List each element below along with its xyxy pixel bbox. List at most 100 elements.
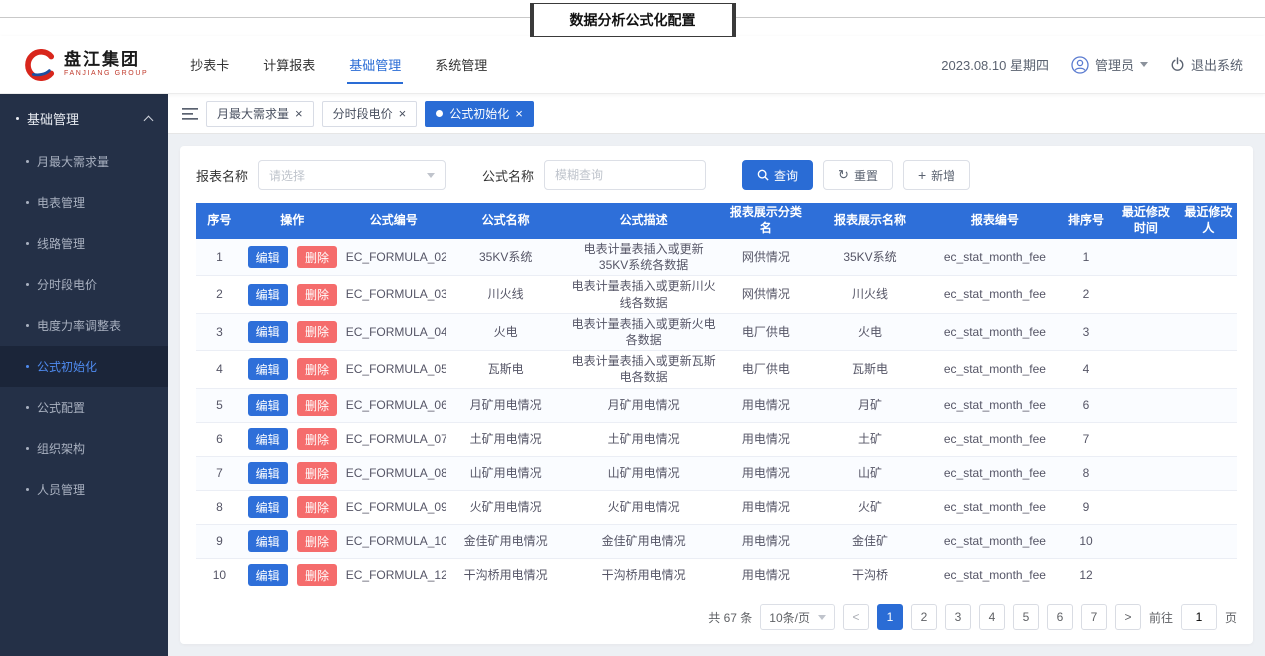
cell-formula-desc: 月矿用电情况 — [566, 388, 722, 422]
edit-button[interactable]: 编辑 — [248, 394, 288, 416]
tab[interactable]: 公式初始化 — [425, 101, 534, 127]
delete-button[interactable]: 删除 — [297, 530, 337, 552]
cell-formula-desc: 土矿用电情况 — [566, 422, 722, 456]
edit-button[interactable]: 编辑 — [248, 462, 288, 484]
tab-close-icon[interactable] — [515, 106, 523, 121]
page-number-button[interactable]: 5 — [1013, 604, 1039, 630]
delete-button[interactable]: 删除 — [297, 358, 337, 380]
reset-button[interactable]: 重置 — [823, 160, 893, 190]
edit-button[interactable]: 编辑 — [248, 284, 288, 306]
sidebar-item[interactable]: 电表管理 — [0, 182, 168, 223]
goto-page-input[interactable] — [1181, 604, 1217, 630]
power-icon — [1170, 57, 1185, 72]
logout-button[interactable]: 退出系统 — [1170, 55, 1243, 74]
cell-modified-by — [1180, 313, 1237, 350]
search-button[interactable]: 查询 — [742, 160, 813, 190]
sidebar-item[interactable]: 公式配置 — [0, 387, 168, 428]
cell-seq: 3 — [196, 313, 243, 350]
sidebar-item[interactable]: 分时段电价 — [0, 264, 168, 305]
cell-report-display-name: 山矿 — [810, 456, 930, 490]
page-number-button[interactable]: 1 — [877, 604, 903, 630]
logo-subtitle: FANJIANG GROUP — [64, 70, 148, 78]
cell-modified-time — [1112, 276, 1180, 313]
delete-button[interactable]: 删除 — [297, 564, 337, 586]
page-size-select[interactable]: 10条/页 — [760, 604, 835, 630]
header-right: 2023.08.10 星期四 管理员 退出系统 — [941, 55, 1243, 74]
edit-button[interactable]: 编辑 — [248, 246, 288, 268]
formula-name-input[interactable] — [544, 160, 706, 190]
page-number-button[interactable]: 3 — [945, 604, 971, 630]
cell-modified-by — [1180, 422, 1237, 456]
edit-button[interactable]: 编辑 — [248, 321, 288, 343]
cell-sort-no: 12 — [1060, 558, 1112, 591]
report-name-select[interactable]: 请选择 — [258, 160, 446, 190]
cell-report-display-name: 火电 — [810, 313, 930, 350]
column-header: 公式编号 — [342, 203, 446, 239]
delete-button[interactable]: 删除 — [297, 284, 337, 306]
nav-item[interactable]: 基础管理 — [347, 35, 403, 94]
sidebar-item[interactable]: 公式初始化 — [0, 346, 168, 387]
logo-icon — [22, 49, 56, 81]
sidebar-item[interactable]: 人员管理 — [0, 469, 168, 510]
user-menu[interactable]: 管理员 — [1071, 55, 1148, 74]
tab[interactable]: 月最大需求量 — [206, 101, 314, 127]
sidebar-item[interactable]: 组织架构 — [0, 428, 168, 469]
sidebar-item[interactable]: 电度力率调整表 — [0, 305, 168, 346]
page-number-button[interactable]: 6 — [1047, 604, 1073, 630]
table-row: 7 编辑 删除 EC_FORMULA_08 山矿用电情况 山矿用电情况 用电情况… — [196, 456, 1237, 490]
tab-close-icon[interactable] — [399, 106, 407, 121]
cell-sort-no: 6 — [1060, 388, 1112, 422]
edit-button[interactable]: 编辑 — [248, 428, 288, 450]
table-row: 8 编辑 删除 EC_FORMULA_09 火矿用电情况 火矿用电情况 用电情况… — [196, 490, 1237, 524]
page-number-button[interactable]: 7 — [1081, 604, 1107, 630]
goto-unit: 页 — [1225, 609, 1237, 626]
delete-button[interactable]: 删除 — [297, 246, 337, 268]
next-page-button[interactable] — [1115, 604, 1141, 630]
add-button-label: 新增 — [931, 167, 955, 184]
tab-label: 月最大需求量 — [217, 105, 289, 122]
page-title-text: 数据分析公式化配置 — [570, 12, 696, 28]
edit-button[interactable]: 编辑 — [248, 496, 288, 518]
cell-report-code: ec_stat_month_fee — [930, 558, 1060, 591]
cell-formula-code: EC_FORMULA_10 — [342, 524, 446, 558]
delete-button[interactable]: 删除 — [297, 394, 337, 416]
tab[interactable]: 分时段电价 — [322, 101, 418, 127]
nav-item[interactable]: 计算报表 — [261, 35, 317, 94]
cell-modified-time — [1112, 524, 1180, 558]
bullet-icon — [26, 365, 29, 368]
cell-modified-time — [1112, 313, 1180, 350]
logo-name: 盘江集团 — [64, 51, 148, 70]
page-number-button[interactable]: 2 — [911, 604, 937, 630]
sidebar-item[interactable]: 月最大需求量 — [0, 141, 168, 182]
sidebar-menu: 月最大需求量 电表管理 线路管理 分时段电价 电度力率调整表 公式初始化 公式配… — [0, 141, 168, 510]
delete-button[interactable]: 删除 — [297, 428, 337, 450]
search-button-label: 查询 — [774, 167, 798, 184]
page-number-button[interactable]: 4 — [979, 604, 1005, 630]
cell-report-category: 用电情况 — [722, 456, 810, 490]
bullet-icon — [26, 447, 29, 450]
edit-button[interactable]: 编辑 — [248, 358, 288, 380]
page-size-value: 10条/页 — [769, 609, 810, 626]
add-button[interactable]: 新增 — [903, 160, 970, 190]
nav-item[interactable]: 抄表卡 — [188, 35, 231, 94]
delete-button[interactable]: 删除 — [297, 496, 337, 518]
edit-button[interactable]: 编辑 — [248, 530, 288, 552]
cell-modified-by — [1180, 239, 1237, 276]
tab-close-icon[interactable] — [295, 106, 303, 121]
delete-button[interactable]: 删除 — [297, 462, 337, 484]
cell-modified-time — [1112, 490, 1180, 524]
table-row: 6 编辑 删除 EC_FORMULA_07 土矿用电情况 土矿用电情况 用电情况… — [196, 422, 1237, 456]
delete-button[interactable]: 删除 — [297, 321, 337, 343]
edit-button[interactable]: 编辑 — [248, 564, 288, 586]
nav-item[interactable]: 系统管理 — [433, 35, 489, 94]
cell-report-display-name: 干沟桥 — [810, 558, 930, 591]
sidebar-item[interactable]: 线路管理 — [0, 223, 168, 264]
cell-formula-code: EC_FORMULA_08 — [342, 456, 446, 490]
column-header: 排序号 — [1060, 203, 1112, 239]
tab-list-collapse-icon[interactable] — [182, 107, 198, 121]
cell-seq: 6 — [196, 422, 243, 456]
sidebar-item-label: 月最大需求量 — [37, 153, 109, 170]
prev-page-button[interactable] — [843, 604, 869, 630]
sidebar-group-title[interactable]: 基础管理 — [0, 94, 168, 141]
report-name-label: 报表名称 — [196, 166, 248, 185]
